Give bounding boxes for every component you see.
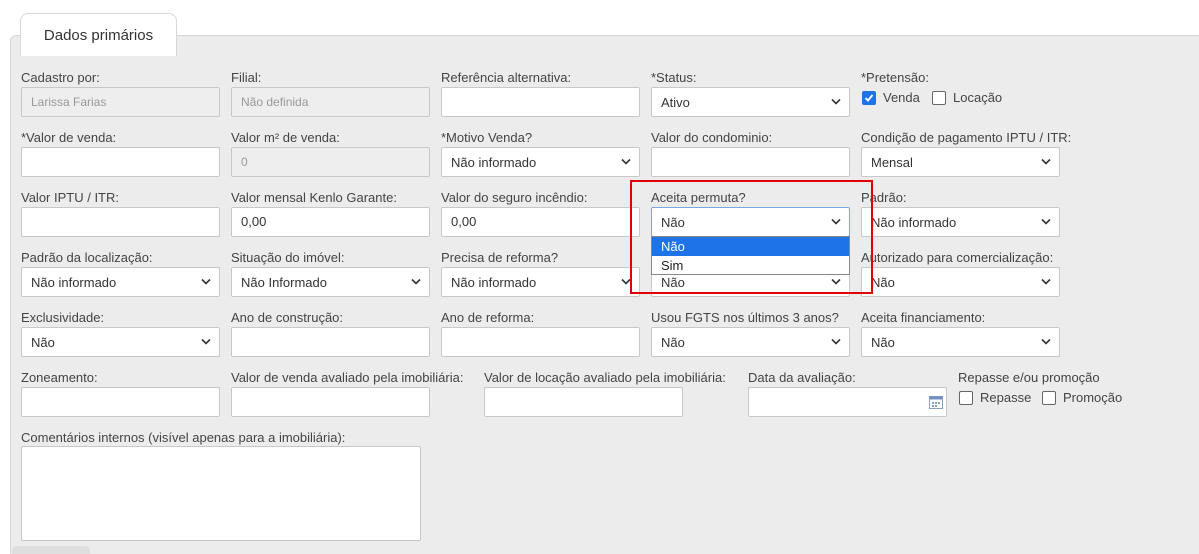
panel-footer-decoration [12,546,90,554]
data-avaliacao-label: Data da avaliação: [748,370,856,385]
situacao-imovel-select-value: Não Informado [241,275,327,290]
valor-venda-avaliado-label: Valor de venda avaliado pela imobiliária… [231,370,464,385]
status-select[interactable]: Ativo [651,87,850,117]
valor-locacao-avaliado-input[interactable] [484,387,683,417]
aceita-financiamento-select-value: Não [871,335,895,350]
filial-label: Filial: [231,70,262,85]
cadastro-por-input: Larissa Farias [21,87,220,117]
exclusividade-select[interactable]: Não [21,327,220,357]
exclusividade-label: Exclusividade: [21,310,105,325]
situacao-imovel-select[interactable]: Não Informado [231,267,430,297]
pretensao-checkbox-label-0: Venda [883,90,920,105]
zoneamento-label: Zoneamento: [21,370,98,385]
autorizado-comercializacao-select[interactable]: Não [861,267,1060,297]
aceita-financiamento-label: Aceita financiamento: [861,310,986,325]
usou-fgts-select[interactable]: Não [651,327,850,357]
padrao-localizacao-label: Padrão da localização: [21,250,153,265]
padrao-localizacao-select-value: Não informado [31,275,117,290]
valor-iptu-label: Valor IPTU / ITR: [21,190,119,205]
precisa-reforma-select[interactable]: Não informado [441,267,640,297]
cadastro-por-label: Cadastro por: [21,70,100,85]
referencia-alternativa-label: Referência alternativa: [441,70,572,85]
valor-venda-avaliado-input[interactable] [231,387,430,417]
data-avaliacao-input[interactable] [748,387,947,417]
motivo-venda-select[interactable]: Não informado [441,147,640,177]
ano-reforma-input[interactable] [441,327,640,357]
valor-m2-venda-input: 0 [231,147,430,177]
calendar-icon[interactable] [929,395,943,409]
usou-fgts-select-value: Não [661,335,685,350]
comentarios-textarea[interactable] [21,446,421,541]
precisa-reforma-label: Precisa de reforma? [441,250,559,265]
status-label: *Status: [651,70,697,85]
referencia-alternativa-input[interactable] [441,87,640,117]
tab-dados-primarios[interactable]: Dados primários [20,13,177,56]
valor-condominio-label: Valor do condominio: [651,130,773,145]
motivo-venda-select-value: Não informado [451,155,537,170]
valor-venda-input[interactable] [21,147,220,177]
autorizado-comercializacao-select-value: Não [871,275,895,290]
repasse-promocao-checkbox-label-1: Promoção [1063,390,1123,405]
motivo-venda-label: *Motivo Venda? [441,130,533,145]
pretensao-checkbox-label-1: Locação [953,90,1003,105]
condicao-pagamento-iptu-label: Condição de pagamento IPTU / ITR: [861,130,1072,145]
condicao-pagamento-iptu-select-value: Mensal [871,155,913,170]
condicao-pagamento-iptu-select[interactable]: Mensal [861,147,1060,177]
usou-fgts-label: Usou FGTS nos últimos 3 anos? [651,310,839,325]
aceita-financiamento-select[interactable]: Não [861,327,1060,357]
valor-seguro-incendio-input[interactable]: 0,00 [441,207,640,237]
valor-kenlo-garante-input[interactable]: 0,00 [231,207,430,237]
padrao-select-value: Não informado [871,215,957,230]
precisa-reforma-select-value: Não informado [451,275,537,290]
comentarios-label: Comentários internos (visível apenas par… [21,430,346,445]
valor-kenlo-garante-label: Valor mensal Kenlo Garante: [231,190,397,205]
padrao-select[interactable]: Não informado [861,207,1060,237]
valor-condominio-input[interactable] [651,147,850,177]
autorizado-comercializacao-label: Autorizado para comercialização: [861,250,1054,265]
ano-construcao-input[interactable] [231,327,430,357]
pretensao-checkbox-1[interactable] [932,91,946,105]
repasse-promocao-checkbox-label-0: Repasse [980,390,1032,405]
highlight-box [630,180,873,294]
repasse-promocao-checkbox-1[interactable] [1042,391,1056,405]
exclusividade-select-value: Não [31,335,55,350]
pretensao-checkbox-0[interactable] [862,91,876,105]
status-select-value: Ativo [661,95,690,110]
valor-locacao-avaliado-label: Valor de locação avaliado pela imobiliár… [484,370,726,385]
situacao-imovel-label: Situação do imóvel: [231,250,345,265]
valor-iptu-input[interactable] [21,207,220,237]
pretensao-label: *Pretensão: [861,70,929,85]
ano-construcao-label: Ano de construção: [231,310,344,325]
valor-venda-label: *Valor de venda: [21,130,117,145]
valor-m2-venda-label: Valor m² de venda: [231,130,340,145]
repasse-promocao-label: Repasse e/ou promoção [958,370,1100,385]
zoneamento-input[interactable] [21,387,220,417]
padrao-localizacao-select[interactable]: Não informado [21,267,220,297]
ano-reforma-label: Ano de reforma: [441,310,535,325]
filial-input: Não definida [231,87,430,117]
valor-seguro-incendio-label: Valor do seguro incêndio: [441,190,588,205]
repasse-promocao-checkbox-0[interactable] [959,391,973,405]
